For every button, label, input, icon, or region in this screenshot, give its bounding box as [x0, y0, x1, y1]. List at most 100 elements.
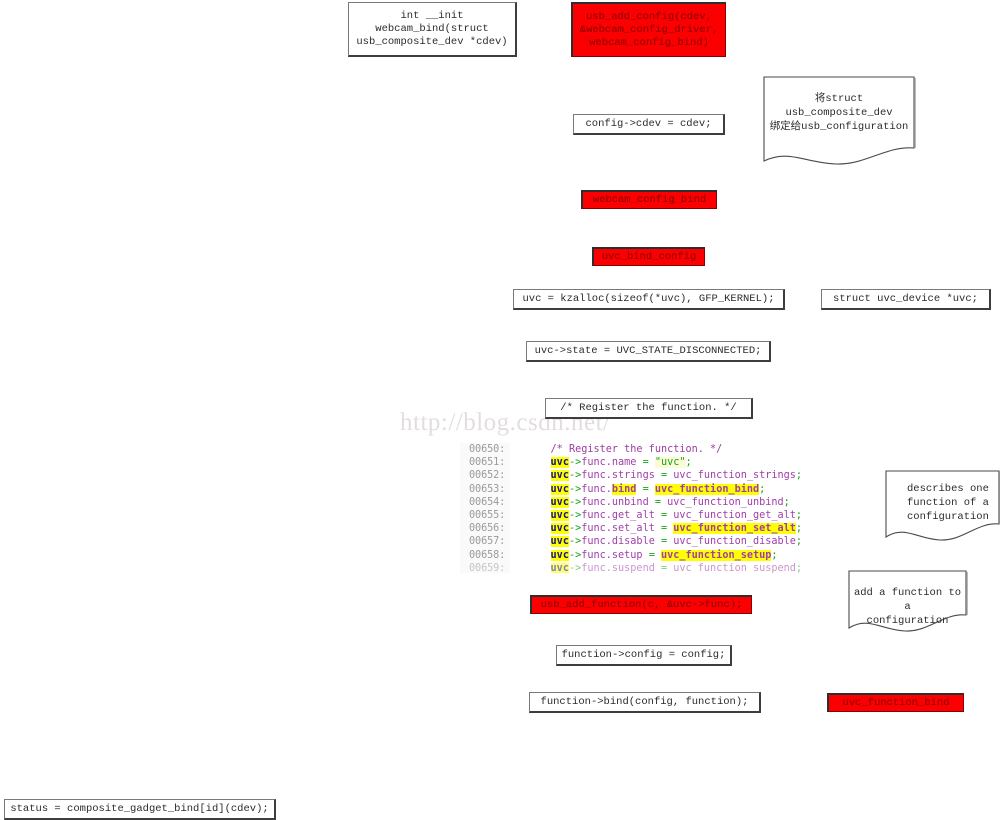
- code-token: ->: [568, 496, 582, 508]
- code-line: 00659: uvc->func.suspend = uvc_function_…: [460, 562, 840, 573]
- code-token: uvc_function_strings: [673, 470, 796, 482]
- code-line-source: uvc->func.strings = uvc_function_strings…: [512, 469, 840, 482]
- code-line-number: 00652:: [469, 470, 506, 482]
- code-token: ;: [771, 549, 778, 561]
- code-token: ;: [685, 457, 692, 469]
- code-token: ->: [568, 549, 582, 561]
- uvc-register-function-code: 00650: /* Register the function. */00651…: [460, 443, 840, 573]
- code-token: =: [636, 483, 655, 495]
- code-line-number: 00658:: [469, 549, 506, 561]
- code-token: ;: [759, 483, 766, 495]
- code-token: uvc_function_setup: [660, 549, 772, 561]
- webcam-config-bind-node: webcam_config_bind: [581, 190, 717, 209]
- code-token: uvc: [550, 549, 569, 561]
- code-token: func.unbind: [581, 496, 649, 508]
- code-token: uvc_function_get_alt: [673, 509, 796, 521]
- code-token: ->: [568, 523, 582, 535]
- code-line: 00650: /* Register the function. */: [460, 443, 840, 456]
- note-bind-composite-dev: 将struct usb_composite_dev 绑定给usb_configu…: [763, 76, 916, 166]
- code-line-number: 00659:: [469, 562, 506, 573]
- code-line-number: 00653:: [469, 483, 506, 495]
- code-token: =: [654, 536, 674, 548]
- code-token: /* Register the function. */: [550, 444, 723, 455]
- code-token: "uvc": [654, 457, 686, 469]
- note-text: describes one function of a configuratio…: [907, 483, 989, 523]
- note-text: add a function to a configuration: [853, 587, 962, 627]
- code-line-source: uvc->func.suspend = uvc_function_suspend…: [512, 562, 840, 573]
- code-line-number: 00655:: [469, 509, 506, 521]
- code-token: func.setup: [581, 549, 643, 561]
- code-line: 00655: uvc->func.get_alt = uvc_function_…: [460, 509, 840, 522]
- code-token: =: [654, 523, 674, 535]
- code-line-number: 00651:: [469, 457, 506, 469]
- code-token: uvc: [550, 496, 569, 508]
- code-token: =: [648, 496, 668, 508]
- code-token: ;: [795, 562, 803, 573]
- code-token: uvc: [550, 483, 569, 495]
- code-line-number: 00657:: [469, 536, 506, 548]
- code-token: uvc: [550, 509, 569, 521]
- code-line-source: uvc->func.setup = uvc_function_setup;: [512, 549, 840, 562]
- code-line-number: 00656:: [469, 523, 506, 535]
- code-line-source: uvc->func.set_alt = uvc_function_set_alt…: [512, 522, 840, 535]
- code-line-source: uvc->func.get_alt = uvc_function_get_alt…: [512, 509, 840, 522]
- code-token: uvc_function_suspend: [673, 562, 796, 573]
- code-token: uvc: [550, 536, 569, 548]
- code-line-source: uvc->func.bind = uvc_function_bind;: [512, 483, 840, 496]
- code-token: func.name: [581, 457, 637, 469]
- code-line-number: 00654:: [469, 496, 506, 508]
- note-describes-one-function: describes one function of a configuratio…: [885, 470, 1000, 542]
- code-token: ;: [795, 470, 803, 482]
- code-token: uvc: [550, 470, 569, 482]
- code-token: uvc: [550, 562, 569, 573]
- code-token: ->: [568, 470, 582, 482]
- code-token: =: [642, 549, 661, 561]
- code-token: =: [636, 457, 655, 469]
- code-token: func.suspend: [581, 562, 655, 573]
- code-token: func.get_alt: [581, 509, 655, 521]
- uvc-function-bind-node: uvc_function_bind: [827, 693, 964, 712]
- code-token: ->: [568, 509, 582, 521]
- code-line-number: 00650:: [469, 444, 506, 455]
- code-token: ;: [795, 523, 803, 535]
- code-token: uvc_function_unbind: [667, 496, 784, 508]
- diagram-canvas: http://blog.csdn.net/ int __init webcam_…: [0, 0, 1000, 820]
- code-token: ;: [795, 509, 803, 521]
- struct-uvc-device-node: struct uvc_device *uvc;: [821, 289, 991, 310]
- code-line: 00657: uvc->func.disable = uvc_function_…: [460, 535, 840, 548]
- code-token: uvc: [550, 523, 569, 535]
- code-line-source: uvc->func.disable = uvc_function_disable…: [512, 535, 840, 548]
- code-token: =: [654, 470, 674, 482]
- code-token: ;: [795, 536, 803, 548]
- usb-add-config-node: usb_add_config(cdev, &webcam_config_driv…: [571, 2, 726, 57]
- code-line: 00652: uvc->func.strings = uvc_function_…: [460, 469, 840, 482]
- code-token: uvc_function_set_alt: [673, 523, 796, 535]
- config-cdev-node: config->cdev = cdev;: [573, 114, 725, 135]
- code-line-source: uvc->func.unbind = uvc_function_unbind;: [512, 496, 840, 509]
- kzalloc-node: uvc = kzalloc(sizeof(*uvc), GFP_KERNEL);: [513, 289, 785, 310]
- code-token: func.set_alt: [581, 523, 655, 535]
- code-token: uvc: [550, 457, 569, 469]
- code-line: 00653: uvc->func.bind = uvc_function_bin…: [460, 483, 840, 496]
- register-function-comment-node: /* Register the function. */: [545, 398, 753, 419]
- code-token: ->: [568, 483, 582, 495]
- code-token: func.: [581, 483, 612, 495]
- code-line: 00658: uvc->func.setup = uvc_function_se…: [460, 549, 840, 562]
- uvc-state-node: uvc->state = UVC_STATE_DISCONNECTED;: [526, 341, 771, 362]
- code-token: ->: [568, 536, 582, 548]
- function-config-node: function->config = config;: [556, 645, 732, 666]
- webcam-bind-node: int __init webcam_bind(struct usb_compos…: [348, 2, 517, 57]
- code-token: func.strings: [581, 470, 655, 482]
- code-line-source: uvc->func.name = "uvc";: [512, 456, 840, 469]
- code-token: ->: [568, 457, 582, 469]
- code-token: =: [654, 509, 674, 521]
- usb-add-function-node: usb_add_function(c, &uvc->func);: [530, 595, 752, 614]
- code-token: =: [654, 562, 674, 573]
